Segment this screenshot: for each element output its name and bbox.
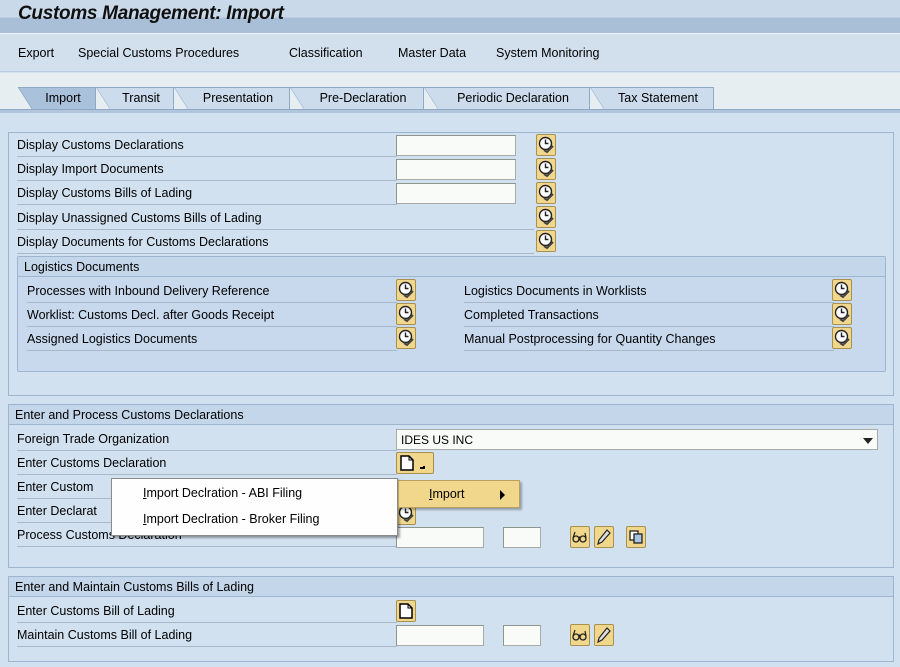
tab-baseline xyxy=(0,109,900,113)
menu-special-customs-procedures[interactable]: Special Customs Procedures xyxy=(78,46,239,60)
execute-display-documents-button[interactable] xyxy=(536,230,556,252)
execute-clock-icon xyxy=(398,305,414,323)
execute-display-unassigned-bills-button[interactable] xyxy=(536,206,556,228)
display-unassigned-bills-label: Display Unassigned Customs Bills of Ladi… xyxy=(17,206,534,230)
tab-transit[interactable]: Transit xyxy=(96,87,174,109)
execute-clock-icon xyxy=(398,329,414,347)
menu-system-monitoring[interactable]: System Monitoring xyxy=(496,46,600,60)
tab-import[interactable]: Import xyxy=(18,87,96,109)
import-submenu: Import Declration - ABI Filing Import De… xyxy=(111,478,398,536)
display-customs-declarations-input[interactable] xyxy=(396,135,516,156)
menu-import-broker-filing[interactable]: Import Declration - Broker Filing xyxy=(143,512,319,526)
logistics-documents-group: Logistics Documents Processes with Inbou… xyxy=(17,256,886,372)
submenu-arrow-icon xyxy=(500,490,505,500)
dropdown-arrow-icon[interactable] xyxy=(863,438,873,444)
menu-item-label: mport Declration - Broker Filing xyxy=(146,512,320,526)
execute-clock-icon xyxy=(538,184,554,202)
logistics-right-item: Logistics Documents in Worklists xyxy=(464,279,834,303)
display-customs-declarations-label: Display Customs Declarations xyxy=(17,133,397,157)
execute-clock-icon xyxy=(538,232,554,250)
execute-display-import-documents-button[interactable] xyxy=(536,158,556,180)
logistics-left-item: Processes with Inbound Delivery Referenc… xyxy=(27,279,397,303)
foreign-trade-org-select[interactable]: IDES US INC xyxy=(396,429,878,450)
copy-declaration-button[interactable] xyxy=(626,526,646,548)
menu-import-abi-filing[interactable]: Import Declration - ABI Filing xyxy=(143,486,302,500)
create-bill-of-lading-button[interactable] xyxy=(396,600,416,622)
maintain-bill-input[interactable] xyxy=(396,625,484,646)
declarations-header: Enter and Process Customs Declarations xyxy=(9,405,893,425)
logistics-documents-header: Logistics Documents xyxy=(18,257,885,277)
enter-customs-declaration-label: Enter Customs Declaration xyxy=(17,451,397,475)
glasses-icon xyxy=(572,628,588,642)
display-section: Display Customs Declarations Display Imp… xyxy=(8,132,894,396)
tab-presentation[interactable]: Presentation xyxy=(174,87,290,109)
execute-clock-icon xyxy=(834,281,850,299)
logistics-right-item: Completed Transactions xyxy=(464,303,834,327)
execute-assigned-logistics-button[interactable] xyxy=(396,327,416,349)
maintain-bill-of-lading-label: Maintain Customs Bill of Lading xyxy=(17,623,397,647)
change-declaration-button[interactable] xyxy=(594,526,614,548)
execute-clock-icon xyxy=(834,329,850,347)
new-document-icon xyxy=(400,455,414,471)
bills-section: Enter and Maintain Customs Bills of Ladi… xyxy=(8,576,894,662)
new-document-icon xyxy=(399,603,413,619)
menu-item-label: mport Declration - ABI Filing xyxy=(146,486,303,500)
dropdown-corner-icon xyxy=(420,465,425,469)
tab-tax-statement[interactable]: Tax Statement xyxy=(590,87,714,109)
tab-pre-declaration[interactable]: Pre-Declaration xyxy=(290,87,424,109)
display-import-documents-input[interactable] xyxy=(396,159,516,180)
menu-classification[interactable]: Classification xyxy=(289,46,363,60)
execute-display-customs-declarations-button[interactable] xyxy=(536,134,556,156)
execute-clock-icon xyxy=(834,305,850,323)
enter-bill-of-lading-label: Enter Customs Bill of Lading xyxy=(17,599,397,623)
create-declaration-button[interactable] xyxy=(396,452,434,474)
foreign-trade-org-value: IDES US INC xyxy=(401,433,474,447)
execute-display-bills-of-lading-button[interactable] xyxy=(536,182,556,204)
display-import-documents-label: Display Import Documents xyxy=(17,157,397,181)
tab-strip: Import Transit Presentation Pre-Declarat… xyxy=(0,73,900,109)
change-bill-button[interactable] xyxy=(594,624,614,646)
display-bills-of-lading-label: Display Customs Bills of Lading xyxy=(17,181,397,205)
execute-processes-inbound-button[interactable] xyxy=(396,279,416,301)
pencil-icon xyxy=(597,529,611,545)
logistics-left-item: Assigned Logistics Documents xyxy=(27,327,397,351)
execute-logistics-worklists-button[interactable] xyxy=(832,279,852,301)
execute-clock-icon xyxy=(538,208,554,226)
execute-clock-icon xyxy=(538,136,554,154)
menu-item-label: mport xyxy=(432,487,465,501)
bills-header: Enter and Maintain Customs Bills of Ladi… xyxy=(9,577,893,597)
page-title: Customs Management: Import xyxy=(18,3,284,24)
tab-periodic-declaration[interactable]: Periodic Declaration xyxy=(424,87,590,109)
title-bar: Customs Management: Import xyxy=(0,0,900,34)
foreign-trade-org-label: Foreign Trade Organization xyxy=(17,427,397,451)
menu-bar: Export Special Customs Procedures Classi… xyxy=(0,35,900,72)
display-bills-of-lading-input[interactable] xyxy=(396,183,516,204)
pencil-icon xyxy=(597,627,611,643)
menu-import-label: Import xyxy=(429,487,464,501)
menu-export[interactable]: Export xyxy=(18,46,54,60)
menu-import[interactable]: Import xyxy=(398,480,520,508)
execute-clock-icon xyxy=(398,281,414,299)
execute-clock-icon xyxy=(538,160,554,178)
process-declaration-input-2[interactable] xyxy=(503,527,541,548)
menu-master-data[interactable]: Master Data xyxy=(398,46,466,60)
execute-manual-postprocessing-button[interactable] xyxy=(832,327,852,349)
maintain-bill-input-2[interactable] xyxy=(503,625,541,646)
display-bill-button[interactable] xyxy=(570,624,590,646)
process-declaration-input[interactable] xyxy=(396,527,484,548)
execute-completed-transactions-button[interactable] xyxy=(832,303,852,325)
display-documents-for-declarations-label: Display Documents for Customs Declaratio… xyxy=(17,230,534,254)
copy-icon xyxy=(629,530,643,544)
execute-worklist-goods-receipt-button[interactable] xyxy=(396,303,416,325)
display-declaration-button[interactable] xyxy=(570,526,590,548)
logistics-left-item: Worklist: Customs Decl. after Goods Rece… xyxy=(27,303,397,327)
glasses-icon xyxy=(572,530,588,544)
logistics-right-item: Manual Postprocessing for Quantity Chang… xyxy=(464,327,834,351)
